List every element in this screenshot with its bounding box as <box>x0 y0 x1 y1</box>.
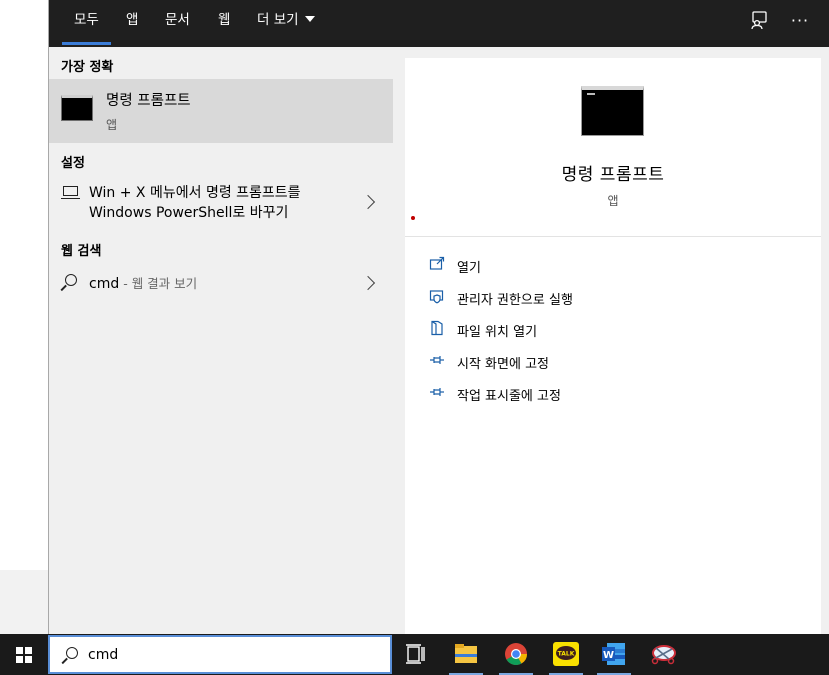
preview-divider <box>405 236 821 237</box>
preview-pane: 명령 프롬프트 앱 열기 관리자 권한으로 실행 파일 위치 열기 시작 화면에… <box>405 58 821 634</box>
file-explorer-icon[interactable] <box>443 634 489 675</box>
feedback-icon[interactable] <box>748 10 770 32</box>
preview-subtitle: 앱 <box>607 194 619 208</box>
file-location-icon <box>429 320 445 336</box>
desktop-background <box>0 0 48 634</box>
windows-logo-icon <box>16 647 32 663</box>
shield-icon <box>429 288 445 304</box>
settings-heading: 설정 <box>61 156 85 171</box>
more-options-icon[interactable]: ··· <box>789 10 811 32</box>
search-icon <box>65 274 77 286</box>
taskbar-search-box[interactable] <box>48 635 392 674</box>
start-button[interactable] <box>0 634 48 675</box>
action-open-file-location[interactable]: 파일 위치 열기 <box>429 318 809 342</box>
kakaotalk-label: TALK <box>558 651 575 658</box>
kakaotalk-icon[interactable]: TALK <box>543 634 589 675</box>
tab-more-label: 더 보기 <box>257 12 299 28</box>
pin-icon <box>429 384 445 400</box>
action-pin-to-taskbar[interactable]: 작업 표시줄에 고정 <box>429 382 809 406</box>
action-pin-to-taskbar-label: 작업 표시줄에 고정 <box>457 389 561 404</box>
chevron-right-icon[interactable] <box>360 194 376 210</box>
command-prompt-large-icon <box>581 86 644 136</box>
open-icon <box>429 256 445 272</box>
best-match-heading: 가장 정확 <box>61 60 114 75</box>
settings-result-label: Win + X 메뉴에서 명령 프롬프트를 Windows PowerShell… <box>89 183 349 223</box>
command-prompt-icon <box>61 95 93 121</box>
tab-all[interactable]: 모두 <box>62 0 111 47</box>
taskbar: TALK W <box>0 634 829 675</box>
action-pin-to-start-label: 시작 화면에 고정 <box>457 357 549 372</box>
desktop-strip <box>0 570 48 634</box>
results-list: 가장 정확 명령 프롬프트 앱 설정 Win + X 메뉴에서 명령 프롬프트를… <box>49 47 393 634</box>
action-open[interactable]: 열기 <box>429 254 809 278</box>
web-query: cmd <box>89 276 120 292</box>
snipping-tool-icon[interactable] <box>640 634 686 675</box>
search-panel: 모두 앱 문서 웹 더 보기 ··· 가장 정확 명령 프롬프트 앱 설정 Wi… <box>48 0 829 634</box>
chrome-icon[interactable] <box>493 634 539 675</box>
action-pin-to-start[interactable]: 시작 화면에 고정 <box>429 350 809 374</box>
tab-more[interactable]: 더 보기 <box>257 0 315 47</box>
preview-title: 명령 프롬프트 <box>561 165 665 185</box>
web-result-item[interactable]: cmd - 웹 결과 보기 <box>49 265 393 301</box>
web-search-heading: 웹 검색 <box>61 244 102 259</box>
action-run-as-admin-label: 관리자 권한으로 실행 <box>457 293 573 308</box>
pin-icon <box>429 352 445 368</box>
tab-documents[interactable]: 문서 <box>165 0 190 47</box>
search-icon <box>66 647 78 659</box>
tab-apps[interactable]: 앱 <box>126 0 138 47</box>
settings-result-item[interactable]: Win + X 메뉴에서 명령 프롬프트를 Windows PowerShell… <box>49 177 393 225</box>
best-match-item[interactable]: 명령 프롬프트 앱 <box>49 79 393 143</box>
action-open-file-location-label: 파일 위치 열기 <box>457 325 538 340</box>
tab-web[interactable]: 웹 <box>218 0 230 47</box>
word-icon[interactable]: W <box>591 634 637 675</box>
web-result-label: cmd - 웹 결과 보기 <box>89 273 197 292</box>
task-view-icon[interactable] <box>393 634 439 675</box>
chevron-down-icon <box>304 16 315 22</box>
best-match-title: 명령 프롬프트 <box>106 93 191 109</box>
search-tab-bar: 모두 앱 문서 웹 더 보기 ··· <box>49 0 829 47</box>
action-run-as-admin[interactable]: 관리자 권한으로 실행 <box>429 286 809 310</box>
settings-result-line1: Win + X 메뉴에서 명령 프롬프트를 <box>89 185 301 201</box>
search-input[interactable] <box>88 644 378 666</box>
display-icon <box>61 186 80 200</box>
word-label: W <box>603 650 614 661</box>
chevron-right-icon[interactable] <box>360 275 376 291</box>
settings-result-line2: Windows PowerShell로 바꾸기 <box>89 205 289 221</box>
action-open-label: 열기 <box>457 261 481 276</box>
web-result-suffix: - 웹 결과 보기 <box>119 276 198 291</box>
red-dot-marker <box>411 216 415 220</box>
best-match-subtitle: 앱 <box>106 118 118 132</box>
